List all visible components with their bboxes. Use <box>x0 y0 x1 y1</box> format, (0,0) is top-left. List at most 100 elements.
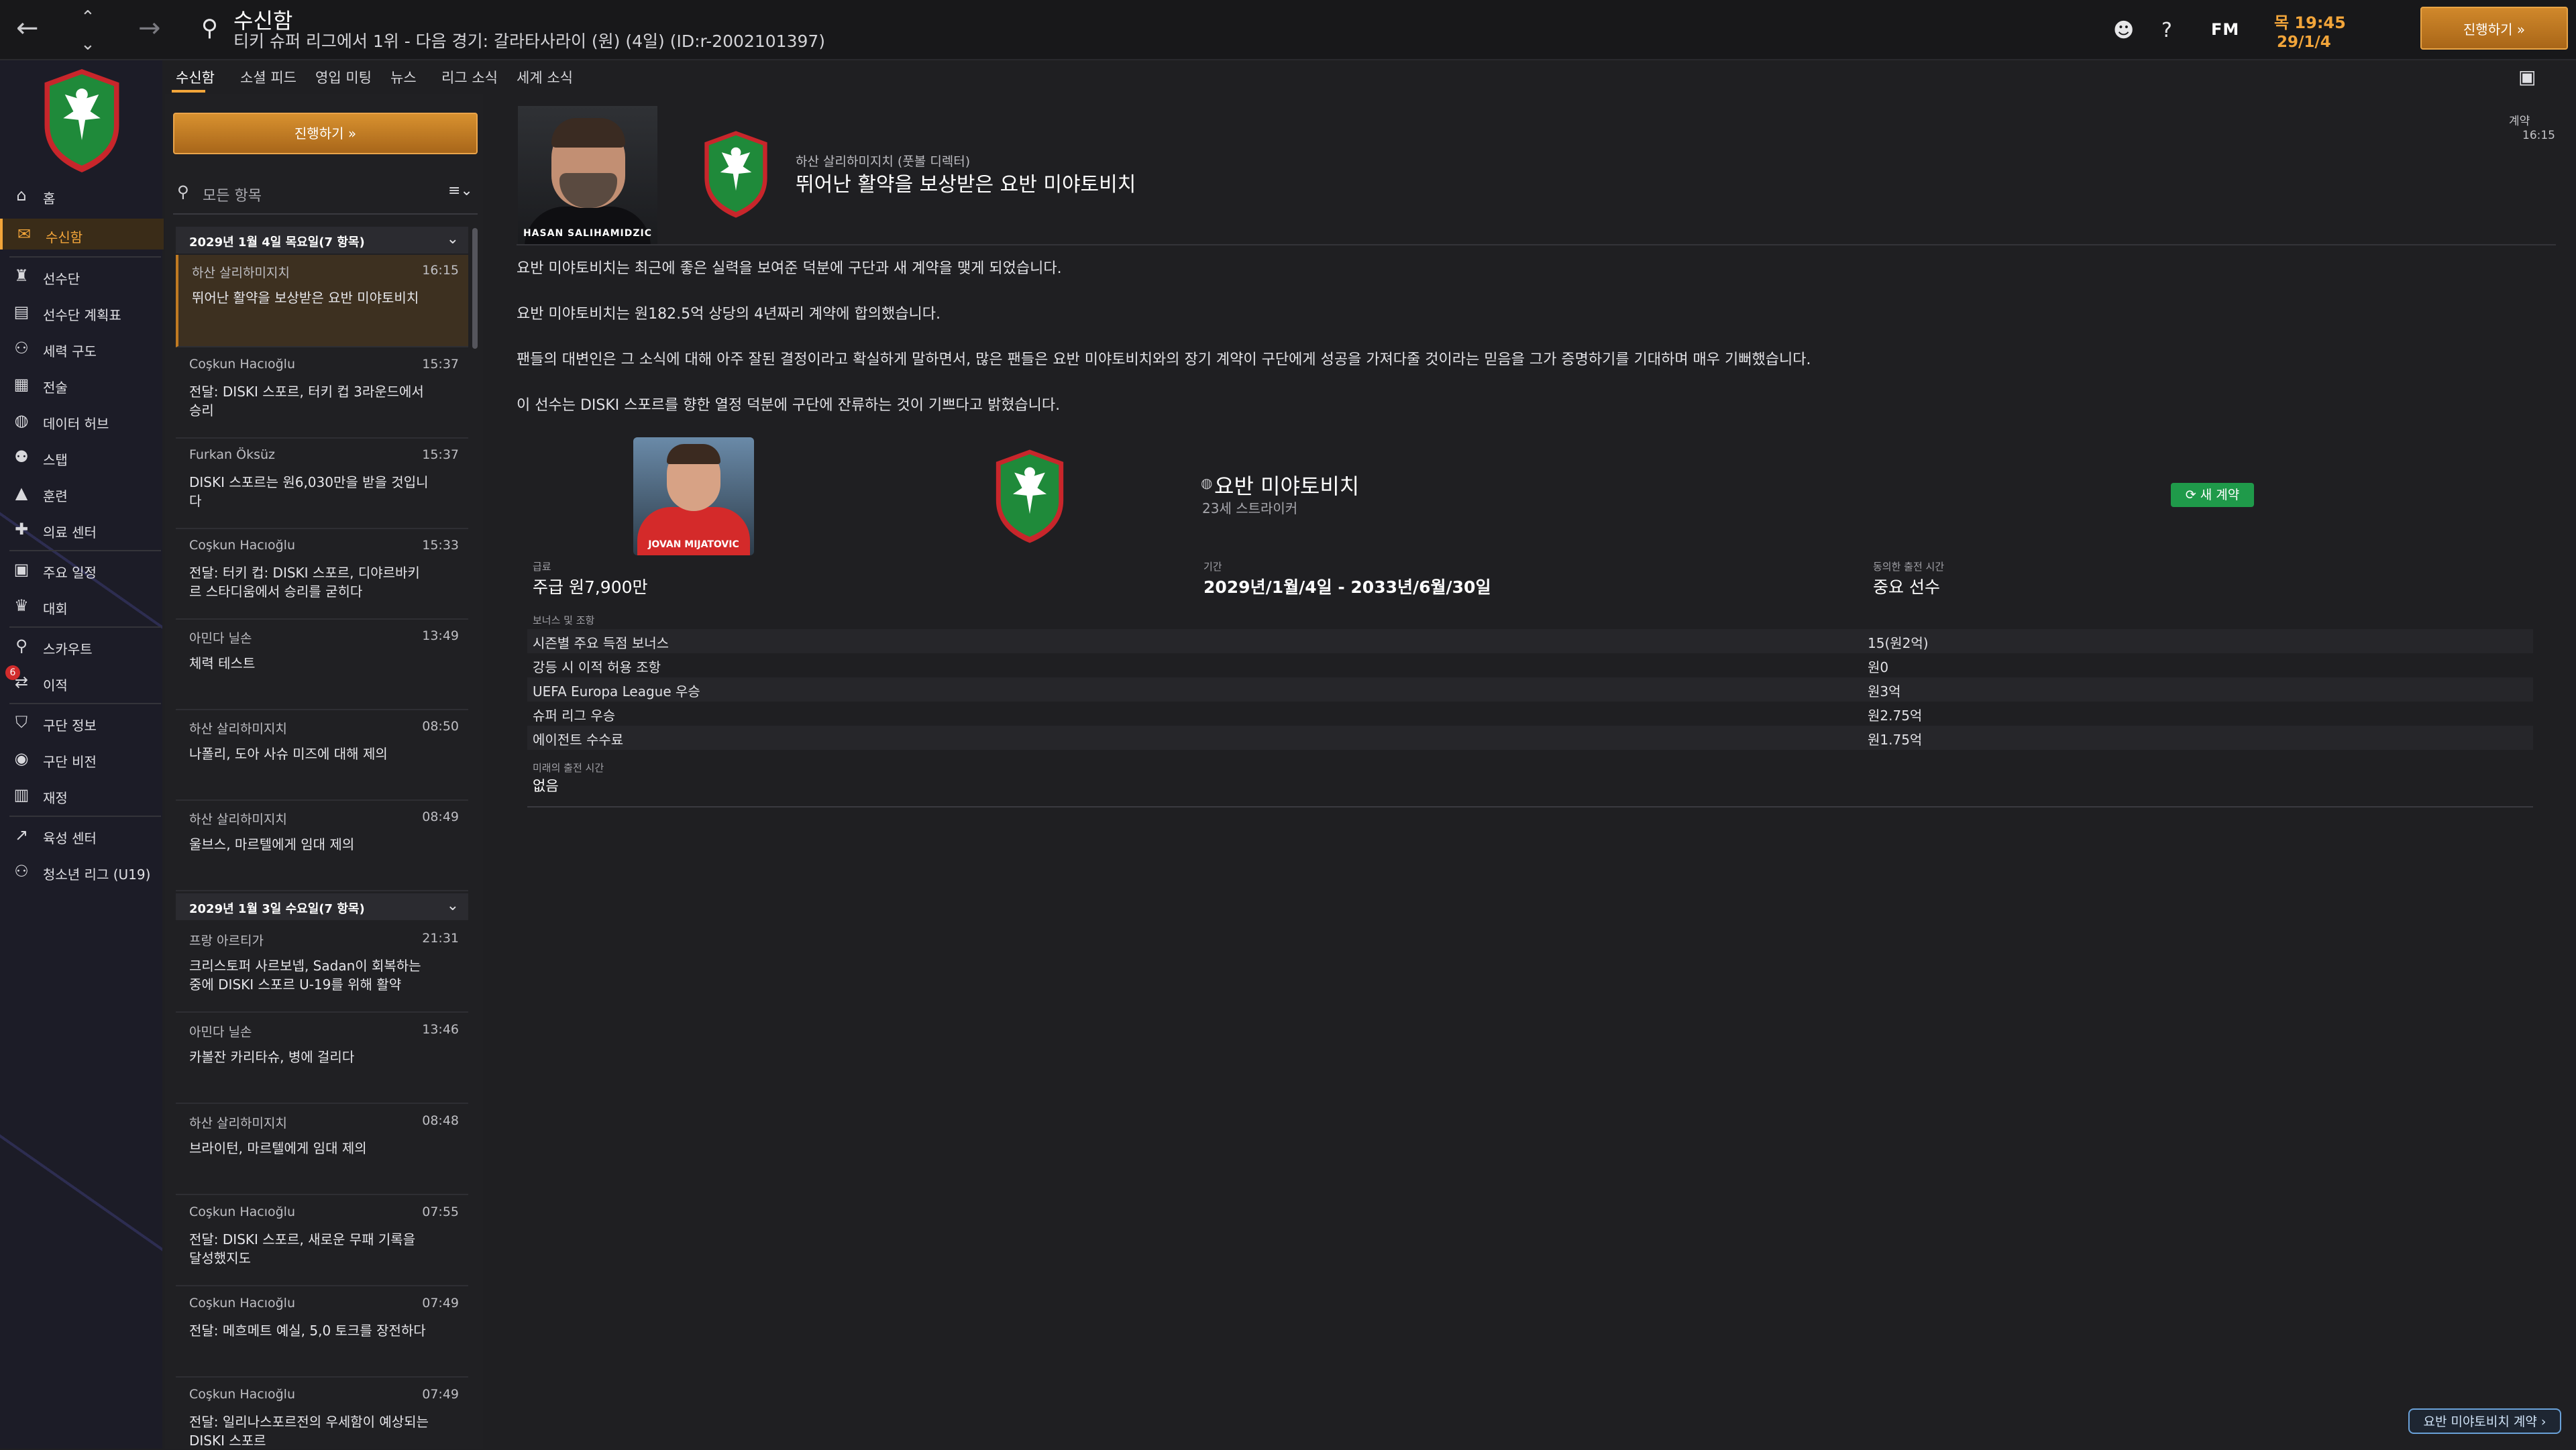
list-item[interactable]: 프랑 아르티가 21:31 크리스토퍼 사르보넵, Sadan이 회복하는 중에… <box>176 923 468 1013</box>
nav-club-vision[interactable]: ◉ 구단 비전 <box>0 743 161 774</box>
tab-league-news[interactable]: 리그 소식 <box>441 67 498 87</box>
message-title: 뛰어난 활약을 보상받은 요반 미야토비치 <box>796 173 1136 197</box>
tactics-board-icon: ▦ <box>13 375 30 394</box>
manager-photo[interactable]: HASAN SALIHAMIDZIC <box>518 106 657 244</box>
nav-dynamics[interactable]: ⚇ 세력 구도 <box>0 333 161 364</box>
nav-inbox[interactable]: ✉ 수신함 <box>0 219 164 249</box>
player-photo[interactable]: JOVAN MIJATOVIC <box>633 437 754 555</box>
nav-divider <box>9 703 161 704</box>
view-contract-button[interactable]: 요반 미야토비치 계약 › <box>2408 1408 2561 1434</box>
chevron-down-icon[interactable]: ⌄ <box>447 897 459 914</box>
nav-squad-planner[interactable]: ▤ 선수단 계획표 <box>0 296 161 327</box>
chevron-down-icon[interactable]: ⌄ <box>80 31 95 58</box>
new-contract-badge: ⟳ 새 계약 <box>2171 483 2254 507</box>
page-subtitle: 티키 슈퍼 리그에서 1위 - 다음 경기: 갈라타사라이 (원) (4일) (… <box>233 32 826 51</box>
nav-club-info[interactable]: ⛉ 구단 정보 <box>0 707 161 738</box>
skull-icon[interactable]: ☻ <box>2113 19 2134 42</box>
continue-button[interactable]: 진행하기 » <box>2420 7 2568 50</box>
home-icon: ⌂ <box>16 186 27 205</box>
day-group-header[interactable]: 2029년 1월 4일 목요일(7 항목) ⌄ <box>176 227 468 254</box>
list-item[interactable]: 하산 살리하미지치 08:49 울브스, 마르텔에게 임대 제의 <box>176 801 468 891</box>
nav-transfers[interactable]: ⇄ 이적 <box>0 667 161 698</box>
list-item[interactable]: Coşkun Hacıoğlu 07:55 전달: DISKI 스포르, 새로운… <box>176 1196 468 1286</box>
divider <box>517 244 2556 245</box>
playtime-value: 중요 선수 <box>1873 577 1940 597</box>
tab-social-feed[interactable]: 소셜 피드 <box>240 67 297 87</box>
list-item[interactable]: Coşkun Hacıoğlu 07:49 전달: 일리나스포르전의 우세함이 … <box>176 1379 468 1449</box>
message-time: 16:15 <box>2522 129 2555 142</box>
list-item[interactable]: 아민다 닐손 13:49 체력 테스트 <box>176 620 468 710</box>
wage-value: 주급 원7,900만 <box>533 577 648 597</box>
active-tab-indicator <box>172 90 205 93</box>
forward-icon[interactable]: → <box>138 15 161 42</box>
club-crest[interactable] <box>991 445 1068 547</box>
money-icon: ▥ <box>13 785 30 804</box>
game-clock: 목 19:45 <box>2274 13 2346 32</box>
nav-medical[interactable]: ✚ 의료 센터 <box>0 514 161 545</box>
message-sender[interactable]: 하산 살리하미지치 (풋볼 디렉터) <box>796 152 970 170</box>
club-crest[interactable] <box>700 123 771 225</box>
growth-icon: ↗ <box>14 826 29 844</box>
nav-tactics[interactable]: ▦ 전술 <box>0 369 161 400</box>
trophy-icon: ♛ <box>14 596 29 615</box>
day-group-header[interactable]: 2029년 1월 3일 수요일(7 항목) ⌄ <box>176 893 468 920</box>
list-item[interactable]: 하산 살리하미지치 08:48 브라이턴, 마르텔에게 임대 제의 <box>176 1105 468 1195</box>
list-item[interactable]: 하산 살리하미지치 08:50 나폴리, 도아 사슈 미즈에 대해 제의 <box>176 711 468 801</box>
nav-development-centre[interactable]: ↗ 육성 센터 <box>0 820 161 850</box>
nav-training[interactable]: ▲ 훈련 <box>0 478 161 508</box>
fm-menu-button[interactable]: FM <box>2211 20 2239 39</box>
nav-staff[interactable]: ⚉ 스탭 <box>0 441 161 472</box>
transfers-badge: 6 <box>5 665 20 680</box>
list-item[interactable]: 아민다 닐손 13:46 카볼잔 카리타슈, 병에 걸리다 <box>176 1014 468 1104</box>
filter-menu-icon[interactable]: ≡⌄ <box>448 182 473 199</box>
staff-icon: ⚉ <box>14 447 29 466</box>
help-icon[interactable]: ? <box>2161 19 2172 42</box>
table-row: 강등 시 이적 허용 조항 원0 <box>533 659 1889 675</box>
tab-news[interactable]: 뉴스 <box>390 67 417 87</box>
list-item[interactable]: 하산 살리하미지치 16:15 뛰어난 활약을 보상받은 요반 미야토비치 <box>176 255 468 347</box>
table-row: 에이전트 수수료 원1.75억 <box>527 726 2533 750</box>
training-cone-icon: ▲ <box>15 484 28 502</box>
list-item[interactable]: Furkan Öksüz 15:37 DISKI 스포르는 원6,030만을 받… <box>176 439 468 529</box>
list-item[interactable]: Coşkun Hacıoğlu 15:33 전달: 터키 컵: DISKI 스포… <box>176 530 468 620</box>
game-date: 29/1/4 <box>2277 34 2331 51</box>
data-hub-icon: ◍ <box>14 411 29 430</box>
nav-schedule[interactable]: ▣ 주요 일정 <box>0 554 161 585</box>
message-content <box>500 94 2576 1449</box>
refresh-icon: ⟳ <box>2185 488 2200 502</box>
list-scrollbar[interactable] <box>472 228 478 349</box>
chevron-up-icon[interactable]: ⌃ <box>80 4 95 31</box>
layout-toggle-icon[interactable]: ▣ <box>2518 66 2536 88</box>
search-icon[interactable]: ⚲ <box>201 15 218 42</box>
nav-divider <box>9 550 161 551</box>
nav-data-hub[interactable]: ◍ 데이터 허브 <box>0 405 161 436</box>
table-row: 슈퍼 리그 우승 원2.75억 <box>533 708 1923 724</box>
nav-scouting[interactable]: ⚲ 스카우트 <box>0 630 161 661</box>
bonus-section-label: 보너스 및 조항 <box>533 614 595 626</box>
list-item[interactable]: Coşkun Hacıoğlu 15:37 전달: DISKI 스포르, 터키 … <box>176 349 468 439</box>
calendar-icon: ▣ <box>13 560 30 579</box>
shield-icon: ⛉ <box>15 713 28 732</box>
list-item[interactable]: Coşkun Hacıoğlu 07:49 전달: 메흐메트 예실, 5,0 토… <box>176 1288 468 1378</box>
nav-squad[interactable]: ♜ 선수단 <box>0 260 161 291</box>
nav-competitions[interactable]: ♛ 대회 <box>0 590 161 621</box>
medical-kit-icon: ✚ <box>14 520 29 539</box>
vision-icon: ◉ <box>14 749 29 768</box>
tab-recruitment-meetings[interactable]: 영입 미팅 <box>315 67 372 87</box>
future-playtime-value: 없음 <box>533 778 559 794</box>
tab-inbox[interactable]: 수신함 <box>176 67 215 87</box>
list-continue-button[interactable]: 진행하기 » <box>173 113 478 154</box>
back-icon[interactable]: ← <box>16 15 39 42</box>
player-name[interactable]: 요반 미야토비치 <box>1214 469 1359 500</box>
shirt-icon: ♜ <box>14 266 29 285</box>
period-value: 2029년/1월/4일 - 2033년/6월/30일 <box>1203 577 1491 597</box>
nav-youth-league[interactable]: ⚇ 청소년 리그 (U19) <box>0 856 161 887</box>
inbox-icon: ✉ <box>17 225 32 243</box>
nav-home[interactable]: ⌂ 홈 <box>0 180 161 211</box>
chevron-down-icon[interactable]: ⌄ <box>447 231 459 247</box>
tab-world-news[interactable]: 세계 소식 <box>517 67 573 87</box>
magnifier-icon: ⚲ <box>15 636 28 655</box>
club-crest[interactable] <box>39 66 125 176</box>
nav-finances[interactable]: ▥ 재정 <box>0 779 161 810</box>
filter-input[interactable]: 모든 항목 <box>203 184 262 205</box>
